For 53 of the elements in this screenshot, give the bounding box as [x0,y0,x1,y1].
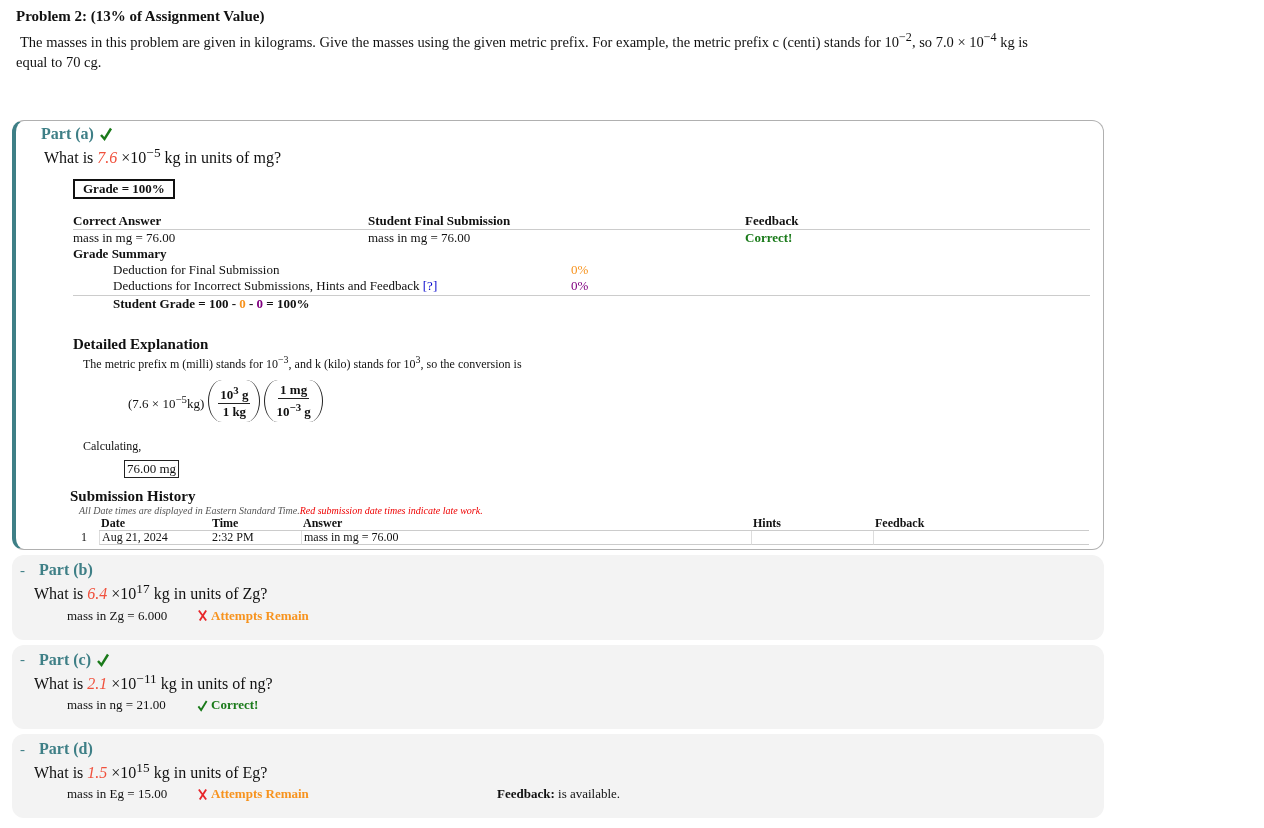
problem-intro: The masses in this problem are given in kilograms. Give the masses using the given metric prefix. For example, the metric prefix c (centi) stands for 10$^{−2}$, so 7.0 × 10$^{−4}$ kg is equal to 70 cg. [16,29,1029,72]
answer-text: mass in Eg = 15.00 [67,786,169,803]
table-cell: mass in mg = 76.00 [301,531,751,546]
status-text: Attempts Remain [211,786,309,803]
student-grade: Student Grade = 100 - 0 - 0 = 100% [113,296,310,312]
part-title[interactable]: Part (b) [39,561,93,580]
deduction-label: Deductions for Incorrect Submissions, Hints and Feedback [113,278,420,294]
calculating-label: Calculating, [83,438,143,455]
grade-box: Grade = 100% [73,179,175,200]
status-text: Attempts Remain [211,607,309,624]
table-cell-text: mass in mg = 76.00 [73,230,177,247]
table-cell-text: Correct! [745,230,794,247]
status-text: Correct! [211,697,259,714]
help-link[interactable]: [?] [422,278,438,294]
column-header: Answer [301,517,751,532]
question-text: What is 2.1 ×10$^{−11}$ kg in units of ng? [34,670,274,694]
part-title[interactable]: Part (d) [39,740,93,759]
column-header: Feedback [873,517,1089,532]
column-header: Date [99,517,210,532]
late-note: Red submission date times indicate late work. [299,505,483,517]
collapse-marker[interactable]: - [20,740,34,758]
deduction-value: 0% [571,262,589,279]
grade-summary-title: Grade Summary [73,246,168,263]
collapse-marker[interactable]: - [20,651,34,669]
column-header: Feedback [745,213,1090,231]
fraction-term: 10$^{3}$ g 1 kg [208,380,261,423]
timezone-note: All Date times are displayed in Eastern Standard Time. [79,505,300,517]
question-text: What is 7.6 ×10$^{−5}$ kg in units of mg? [44,144,282,168]
formula-term: (7.6 × 10$^{−5}$kg) [128,391,205,412]
feedback-note: Feedback: is available. [497,786,621,803]
deduction-value: 0% [571,278,589,295]
problem-title: Problem 2: (13% of Assignment Value) [16,8,266,25]
result-box: 76.00 mg [124,460,180,479]
column-header: Student Final Submission [368,213,745,231]
explanation-text: The metric prefix m (milli) stands for 10$^{−3}$, and k (kilo) stands for 10$^{3}$, so the conversion is [83,353,523,373]
explanation-title: Detailed Explanation [73,336,210,353]
history-title: Submission History [70,488,197,505]
collapse-marker[interactable]: - [20,562,34,579]
answer-text: mass in Zg = 6.000 [67,607,169,624]
fraction-term: 1 mg 10$^{−3}$ g [264,380,323,423]
answer-text: mass in ng = 21.00 [67,697,167,714]
part-title[interactable]: Part (c) [39,650,91,669]
deduction-label: Deduction for Final Submission [113,262,280,278]
table-cell: Aug 21, 2024 [99,531,210,546]
column-header: Hints [751,517,873,532]
table-cell: 2:32 PM [210,531,301,546]
question-text: What is 1.5 ×10$^{15}$ kg in units of Eg? [34,760,269,783]
part-title[interactable]: Part (a) [41,124,94,143]
table-cell-text: mass in mg = 76.00 [368,230,472,247]
row-number: 1 [80,531,88,546]
column-header: Time [210,517,301,532]
column-header: Correct Answer [73,213,368,231]
question-text: What is 6.4 ×10$^{17}$ kg in units of Zg? [34,581,269,604]
